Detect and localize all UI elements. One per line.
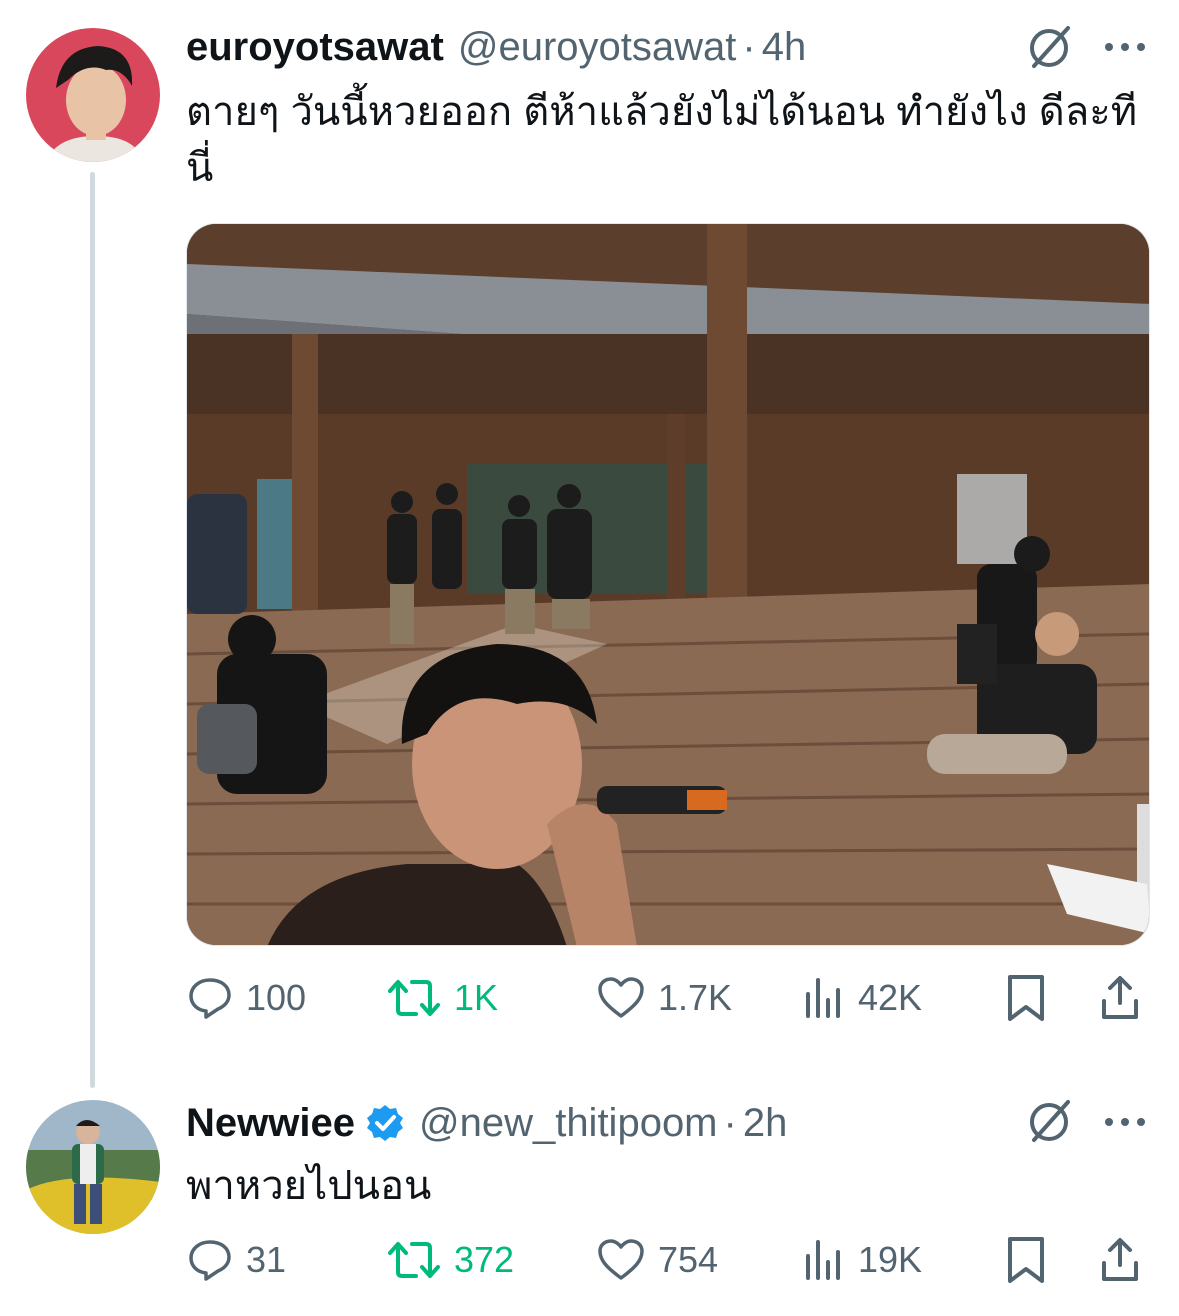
verified-badge-icon: [365, 1103, 405, 1143]
more-dots-icon[interactable]: [1100, 1112, 1150, 1132]
retweet-button[interactable]: 372: [386, 1230, 514, 1290]
tweet-media-photo[interactable]: [186, 223, 1150, 946]
share-upload-icon: [1102, 976, 1138, 1019]
tweet-euroyotsawat[interactable]: euroyotsawat @euroyotsawat · 4h ตายๆ วัน…: [0, 0, 1179, 1060]
grok-slash-icon[interactable]: [1024, 1096, 1074, 1146]
grok-slash-icon[interactable]: [1024, 22, 1074, 72]
reply-button[interactable]: 100: [186, 968, 306, 1028]
bookmark-button[interactable]: [1004, 1230, 1048, 1290]
views-bars-icon: [806, 1240, 840, 1280]
timestamp[interactable]: 2h: [743, 1101, 788, 1146]
more-dots-icon[interactable]: [1100, 37, 1150, 57]
retweet-button[interactable]: 1K: [386, 968, 498, 1028]
separator-dot: ·: [742, 24, 756, 69]
share-button[interactable]: [1098, 968, 1142, 1028]
tweet-actions: 100 1K 1.7K 42K: [186, 968, 1146, 1028]
bookmark-icon: [1008, 975, 1044, 1021]
heart-icon: [598, 1239, 644, 1280]
tweet-text: พาหวยไปนอน: [186, 1164, 432, 1208]
timestamp[interactable]: 4h: [762, 25, 807, 70]
views-count: 42K: [858, 977, 923, 1018]
like-count: 1.7K: [658, 977, 733, 1018]
retweet-icon: [388, 980, 440, 1016]
reply-count: 100: [246, 977, 307, 1018]
tweet-header: Newwiee @new_thitipoom · 2h: [186, 1098, 787, 1148]
reply-count: 31: [246, 1239, 287, 1280]
separator-dot: ·: [723, 1100, 737, 1145]
views-button[interactable]: 19K: [802, 1230, 922, 1290]
retweet-count: 1K: [454, 977, 499, 1018]
reply-button[interactable]: 31: [186, 1230, 286, 1290]
tweet-header: euroyotsawat @euroyotsawat · 4h: [186, 22, 806, 72]
bookmark-icon: [1008, 1237, 1044, 1283]
tweet-actions: 31 372 754 19K: [186, 1230, 1146, 1290]
avatar[interactable]: [26, 28, 160, 162]
user-handle[interactable]: @new_thitipoom: [419, 1101, 718, 1146]
display-name[interactable]: euroyotsawat: [186, 25, 444, 70]
share-upload-icon: [1102, 1238, 1138, 1281]
like-button[interactable]: 754: [596, 1230, 718, 1290]
reply-bubble-icon: [189, 978, 231, 1019]
tweet-text: ตายๆ วันนี้หวยออก ตีห้าแล้วยังไม่ได้นอน …: [186, 90, 1138, 190]
reply-bubble-icon: [189, 1240, 231, 1281]
avatar[interactable]: [26, 1100, 160, 1234]
heart-icon: [598, 977, 644, 1018]
views-count: 19K: [858, 1239, 923, 1280]
tweet-newwiee[interactable]: Newwiee @new_thitipoom · 2h พาหวยไปนอน 3…: [0, 1090, 1179, 1316]
views-button[interactable]: 42K: [802, 968, 922, 1028]
like-count: 754: [658, 1239, 719, 1280]
retweet-count: 372: [454, 1239, 515, 1280]
views-bars-icon: [806, 978, 840, 1018]
photo-film-set-selfie: [187, 224, 1149, 945]
user-handle[interactable]: @euroyotsawat: [458, 25, 737, 70]
bookmark-button[interactable]: [1004, 968, 1048, 1028]
share-button[interactable]: [1098, 1230, 1142, 1290]
display-name[interactable]: Newwiee: [186, 1101, 355, 1146]
like-button[interactable]: 1.7K: [596, 968, 732, 1028]
retweet-icon: [388, 1242, 440, 1278]
